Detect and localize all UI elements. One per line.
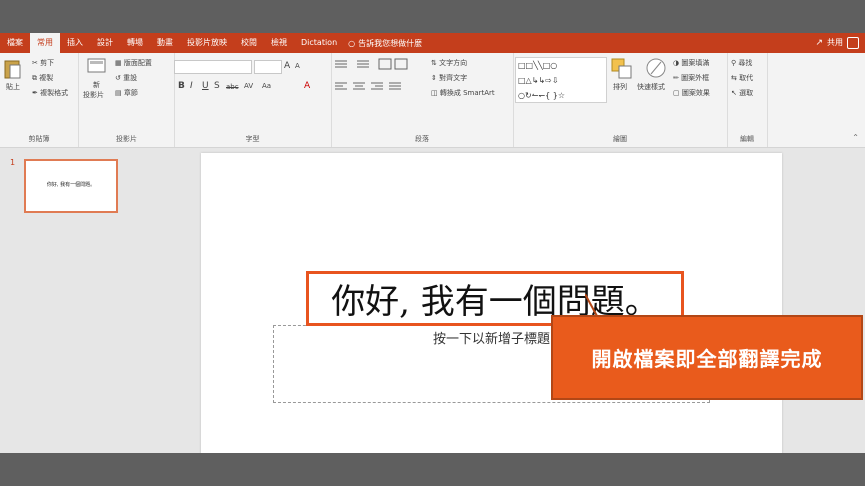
select-button[interactable]: ↖ 選取 [731, 88, 753, 98]
callout-box: 開啟檔案即全部翻譯完成 [551, 315, 863, 400]
layout-icon: ▦ [115, 59, 124, 67]
paste-icon [4, 60, 21, 79]
new-slide-label-1[interactable]: 新 [93, 80, 100, 90]
tell-me-label: 告訴我您想做什麼 [358, 38, 423, 48]
bold-button[interactable]: B [178, 81, 185, 91]
top-frame [0, 0, 865, 33]
align-text-icon: ⇕ [431, 74, 440, 82]
replace-icon: ⇆ [731, 74, 740, 82]
new-slide-label-2[interactable]: 投影片 [83, 90, 104, 100]
arrange-icon [611, 58, 632, 79]
italic-button[interactable]: I [190, 81, 193, 91]
shadow-button[interactable]: S [214, 81, 220, 91]
font-group-label: 字型 [245, 135, 260, 143]
drawing-group-label: 繪圖 [613, 135, 627, 143]
share-label: 共用 [827, 38, 843, 47]
new-slide-icon [87, 58, 106, 73]
tab-animations[interactable]: 動畫 [150, 33, 180, 53]
brush-icon: ✒ [32, 89, 41, 97]
tab-insert[interactable]: 插入 [60, 33, 90, 53]
smartart-button[interactable]: ◫ 轉換成 SmartArt [431, 88, 495, 98]
tab-design[interactable]: 設計 [90, 33, 120, 53]
quick-styles-button[interactable]: 快速樣式 [637, 82, 665, 92]
text-direction-icon: ⇅ [431, 59, 440, 67]
char-spacing-button[interactable]: AV [244, 82, 253, 90]
font-color-button[interactable]: A [304, 81, 310, 91]
smartart-icon: ◫ [431, 89, 440, 97]
tab-slideshow[interactable]: 投影片放映 [180, 33, 234, 53]
callout-text: 開啟檔案即全部翻譯完成 [591, 347, 823, 371]
tab-home[interactable]: 常用 [30, 33, 60, 53]
grow-font-button[interactable]: A [284, 61, 290, 71]
layout-button[interactable]: ▦ 版面配置 [115, 58, 152, 68]
tab-file[interactable]: 檔案 [0, 33, 30, 53]
shape-effects-button[interactable]: ▢ 圖案效果 [673, 88, 710, 98]
format-painter-button[interactable]: ✒ 複製格式 [32, 88, 68, 98]
shapes-gallery[interactable]: □□╲╲□○ □△↳↳⇨⇩ ○↻↼↽{ }☆ [515, 57, 607, 103]
cut-button[interactable]: ✂ 剪下 [32, 58, 54, 68]
shape-outline-button[interactable]: ✏ 圖案外框 [673, 73, 709, 83]
arrange-button[interactable]: 排列 [613, 82, 627, 92]
slides-group-label: 投影片 [116, 135, 137, 143]
pen-icon: ✏ [673, 74, 682, 82]
underline-button[interactable]: U [202, 81, 209, 91]
find-button[interactable]: ⚲ 尋找 [731, 58, 752, 68]
collapse-ribbon-icon[interactable]: ⌃ [852, 133, 859, 142]
list-buttons-icon[interactable] [333, 58, 423, 70]
ribbon: 貼上 ✂ 剪下 ⧉ 複製 ✒ 複製格式 剪貼簿 新 投影片 ▦ 版面配置 ↺ 重… [0, 53, 865, 148]
reset-icon: ↺ [115, 74, 124, 82]
clipboard-label: 剪貼簿 [28, 135, 50, 143]
section-button[interactable]: ▤ 章節 [115, 88, 138, 98]
font-name-box[interactable] [174, 60, 252, 74]
feedback-icon[interactable] [847, 37, 859, 49]
reset-button[interactable]: ↺ 重設 [115, 73, 137, 83]
lightbulb-icon: ○ [348, 38, 356, 48]
replace-button[interactable]: ⇆ 取代 [731, 73, 753, 83]
paste-button[interactable]: 貼上 [6, 82, 20, 92]
tab-transitions[interactable]: 轉場 [120, 33, 150, 53]
drawing-group: □□╲╲□○ □△↳↳⇨⇩ ○↻↼↽{ }☆ 排列 快速樣式 ◑ 圖案填滿 ✏ 圖案… [513, 53, 728, 147]
effects-icon: ▢ [673, 89, 682, 97]
slide-number: 1 [10, 158, 16, 167]
cursor-icon: ↖ [731, 89, 740, 97]
shape-fill-button[interactable]: ◑ 圖案填滿 [673, 58, 709, 68]
thumbnail-text: 你好, 我有一個問題。 [46, 182, 96, 188]
share-icon: ↗ [815, 38, 823, 48]
paragraph-group-label: 段落 [415, 135, 429, 143]
editing-group: ⚲ 尋找 ⇆ 取代 ↖ 選取 編輯 [727, 53, 768, 147]
slide-thumbnail-pane: 1 你好, 我有一個問題。 [0, 148, 132, 453]
align-text-button[interactable]: ⇕ 對齊文字 [431, 73, 467, 83]
shrink-font-button[interactable]: A [295, 62, 300, 70]
paragraph-group: ⇅ 文字方向 ⇕ 對齊文字 ◫ 轉換成 SmartArt 段落 [331, 53, 514, 147]
font-group: A A B I U S abc AV Aa A 字型 [174, 53, 332, 147]
clipboard-group: 貼上 ✂ 剪下 ⧉ 複製 ✒ 複製格式 剪貼簿 [0, 53, 79, 147]
strikethrough-button[interactable]: abc [226, 83, 239, 91]
font-size-box[interactable] [254, 60, 282, 74]
align-buttons-icon[interactable] [333, 80, 423, 92]
slide-thumbnail[interactable]: 你好, 我有一個問題。 [24, 159, 118, 213]
ribbon-tab-bar: 檔案 常用 插入 設計 轉場 動畫 投影片放映 校閱 檢視 Dictation … [0, 33, 865, 53]
quick-styles-icon [646, 58, 666, 78]
section-icon: ▤ [115, 89, 124, 97]
share-button[interactable]: ↗ 共用 [815, 33, 843, 53]
tab-dictation[interactable]: Dictation [294, 33, 344, 53]
tab-view[interactable]: 檢視 [264, 33, 294, 53]
copy-button[interactable]: ⧉ 複製 [32, 73, 53, 83]
slides-group: 新 投影片 ▦ 版面配置 ↺ 重設 ▤ 章節 投影片 [79, 53, 175, 147]
text-direction-button[interactable]: ⇅ 文字方向 [431, 58, 467, 68]
editing-group-label: 編輯 [740, 135, 754, 143]
change-case-button[interactable]: Aa [262, 82, 271, 90]
scissors-icon: ✂ [32, 59, 41, 67]
tab-review[interactable]: 校閱 [234, 33, 264, 53]
tell-me-search[interactable]: ○ 告訴我您想做什麼 [348, 38, 422, 49]
